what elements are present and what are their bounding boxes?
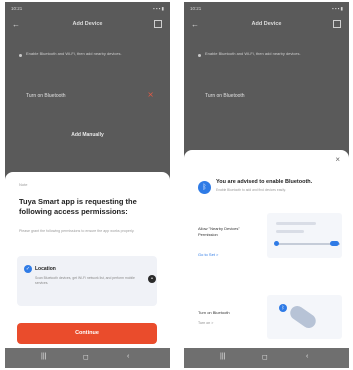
- scan-icon[interactable]: [333, 20, 341, 28]
- status-time: 10:21: [11, 6, 23, 11]
- system-nav-bar: ||| ◻ ‹: [184, 348, 349, 368]
- status-time: 10:21: [190, 6, 202, 11]
- toggle-icon: [330, 241, 339, 246]
- nav-back-icon[interactable]: ‹: [127, 353, 129, 360]
- bluetooth-sheet: × ᛒ You are advised to enable Bluetooth.…: [184, 150, 349, 348]
- hint-text: Enable Bluetooth and Wi-Fi, then add nea…: [205, 51, 301, 56]
- settings-illustration: [267, 213, 342, 258]
- illustration-line: [276, 222, 316, 225]
- nav-back-icon[interactable]: ‹: [306, 353, 308, 360]
- more-icon[interactable]: •: [148, 275, 156, 283]
- status-bar: 10:21 ▪ ▪ ▪ ▮: [5, 2, 170, 16]
- status-bar: 10:21 ▪ ▪ ▪ ▮: [184, 2, 349, 16]
- page-title: Add Device: [251, 21, 282, 27]
- go-to-settings-link[interactable]: Go to Set >: [198, 252, 218, 257]
- permission-description: Scan Bluetooth devices, get Wi-Fi networ…: [35, 276, 135, 285]
- phone-screen-bluetooth: 10:21 ▪ ▪ ▪ ▮ ← Add Device Enable Blueto…: [184, 2, 349, 368]
- bluetooth-icon: ᛒ: [198, 181, 211, 194]
- bluetooth-row-label[interactable]: Turn on Bluetooth: [26, 93, 66, 99]
- permission-card-location[interactable]: ✓ Location Scan Bluetooth devices, get W…: [17, 256, 157, 306]
- permission-name: Location: [35, 266, 56, 272]
- recent-apps-icon[interactable]: |||: [220, 353, 225, 360]
- sheet-subtitle: Please grant the following permissions t…: [19, 229, 135, 233]
- phone-screen-permissions: 10:21 ▪ ▪ ▪ ▮ ← Add Device Enable Blueto…: [5, 2, 170, 368]
- add-manually-heading[interactable]: Add Manually: [5, 132, 170, 138]
- status-icons: ▪ ▪ ▪ ▮: [152, 6, 164, 11]
- scan-icon[interactable]: [154, 20, 162, 28]
- bluetooth-off-icon: ⨯: [147, 90, 154, 99]
- continue-button[interactable]: Continue: [17, 323, 157, 344]
- illustration-line: [276, 230, 304, 233]
- sheet-subtitle: Enable Bluetooth to add and find devices…: [216, 188, 286, 192]
- app-header: ← Add Device: [184, 18, 349, 34]
- turn-on-bluetooth-label: Turn on Bluetooth: [198, 310, 230, 315]
- bluetooth-tile-icon: ᛒ: [279, 304, 287, 312]
- permission-sheet: Note Tuya Smart app is requesting the fo…: [5, 172, 170, 348]
- check-icon: ✓: [24, 265, 32, 273]
- hint-text: Enable Bluetooth and Wi-Fi, then add nea…: [26, 51, 122, 56]
- bullet-icon: [19, 54, 22, 57]
- illustration-slider-knob: [274, 241, 279, 246]
- turn-on-bluetooth-link[interactable]: Turn on >: [198, 321, 213, 325]
- sheet-caption: Note: [19, 182, 28, 187]
- close-icon[interactable]: ×: [335, 155, 340, 164]
- recent-apps-icon[interactable]: |||: [41, 353, 46, 360]
- page-title: Add Device: [72, 21, 103, 27]
- status-icons: ▪ ▪ ▪ ▮: [331, 6, 343, 11]
- app-header: ← Add Device: [5, 18, 170, 34]
- bluetooth-row-label[interactable]: Turn on Bluetooth: [205, 93, 245, 99]
- home-icon[interactable]: ◻: [83, 353, 89, 361]
- nearby-permission-label: Allow "Nearby Devices" Permission: [198, 226, 240, 237]
- bluetooth-illustration: ᛒ: [267, 295, 342, 339]
- bullet-icon: [198, 54, 201, 57]
- sheet-title: You are advised to enable Bluetooth.: [216, 179, 313, 185]
- hand-tap-icon: [287, 303, 319, 331]
- system-nav-bar: ||| ◻ ‹: [5, 348, 170, 368]
- home-icon[interactable]: ◻: [262, 353, 268, 361]
- sheet-title: Tuya Smart app is requesting the followi…: [19, 197, 137, 216]
